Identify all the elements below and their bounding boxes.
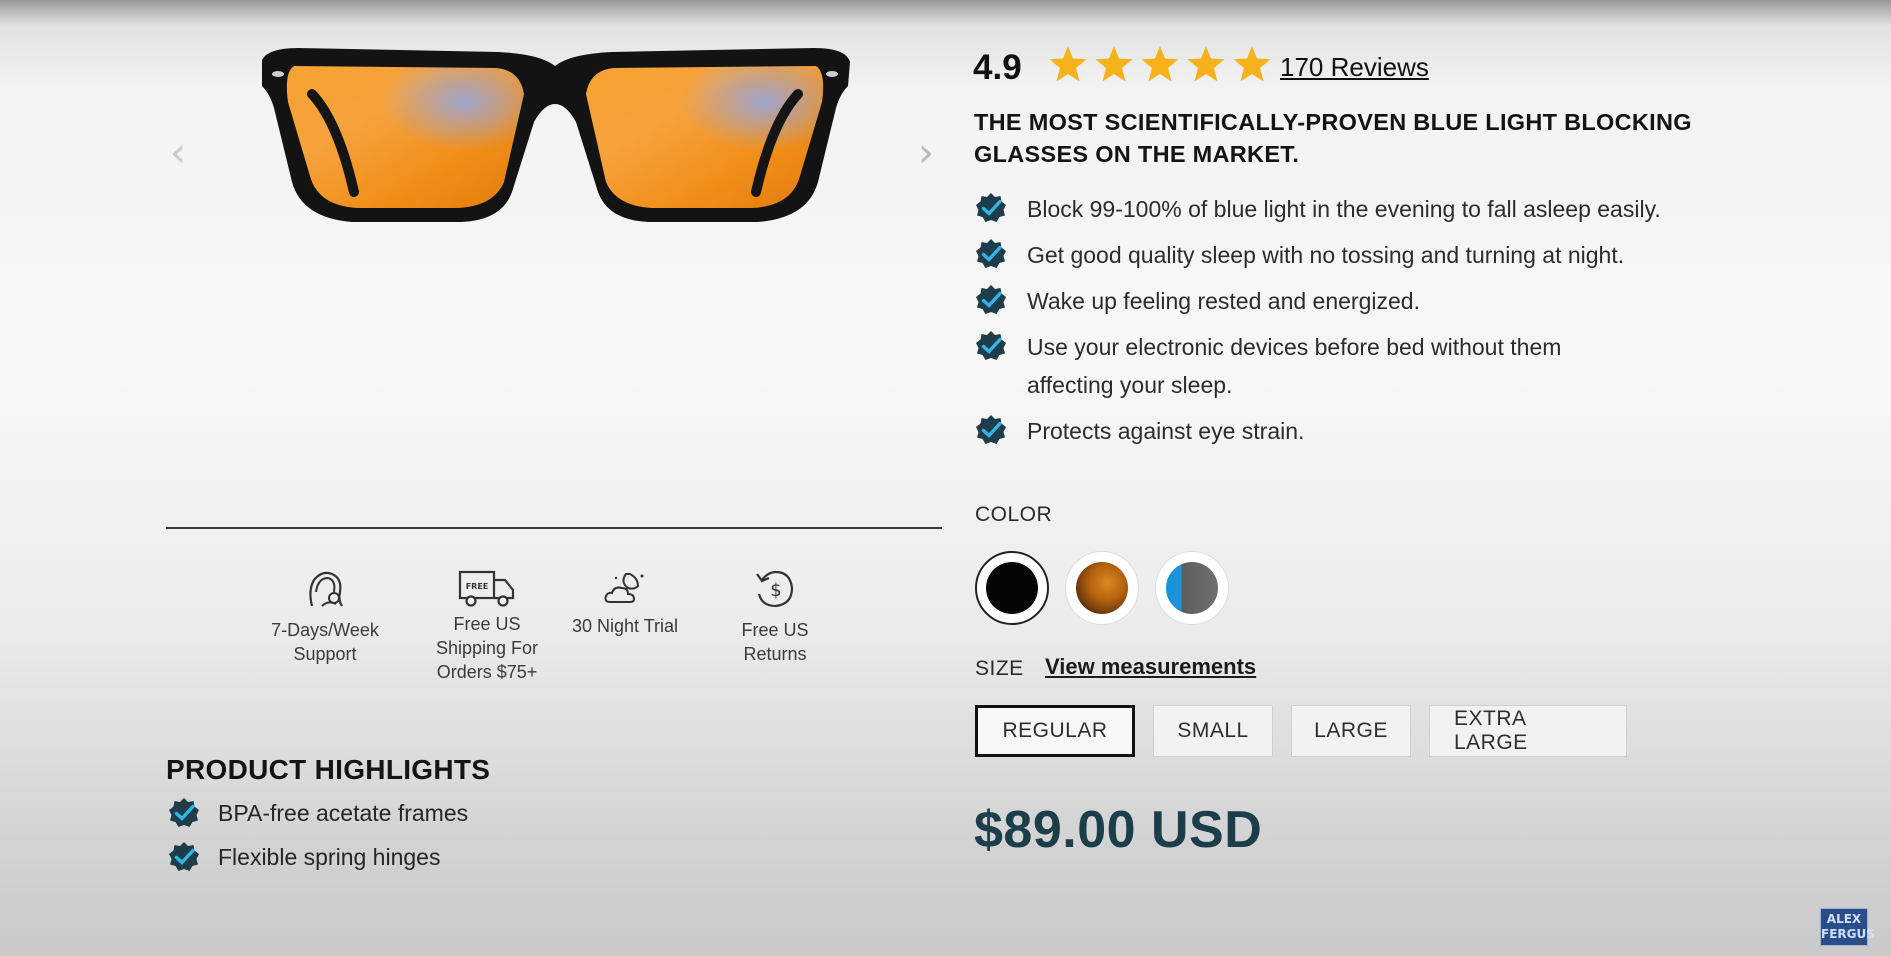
size-option-regular[interactable]: REGULAR: [975, 705, 1135, 757]
channel-watermark-logo: ALEX FERGUS: [1820, 908, 1875, 946]
check-badge-icon: [976, 193, 1006, 222]
feature-label-line: Support: [293, 644, 357, 664]
check-badge-icon: [976, 239, 1006, 268]
rating-stars: [1048, 44, 1272, 84]
check-badge-icon: [976, 331, 1006, 360]
dollar-return-icon: $: [756, 570, 794, 608]
feature-label-line: Free US: [453, 614, 521, 634]
check-badge-icon: [976, 415, 1006, 444]
night-moon-cloud-icon: [604, 573, 644, 603]
product-highlights-title: PRODUCT HIGHLIGHTS: [166, 754, 491, 785]
list-item: Flexible spring hinges: [168, 841, 468, 873]
bullet-text: Protects against eye strain.: [1027, 418, 1305, 444]
feature-label-line: Shipping For: [435, 638, 539, 658]
color-swatch-blue-grey[interactable]: [1155, 551, 1229, 625]
color-swatch-black[interactable]: [975, 551, 1049, 625]
bullet-text: Use your electronic devices before bed w…: [1027, 334, 1562, 398]
star-icon: [1141, 46, 1179, 82]
feature-label-line: 30 Night Trial: [571, 616, 679, 636]
size-option-small[interactable]: SMALL: [1153, 705, 1273, 757]
color-label: COLOR: [975, 503, 1053, 526]
highlight-text: Flexible spring hinges: [218, 843, 441, 870]
swatch-fill: [1076, 562, 1128, 614]
list-item: Protects against eye strain.: [975, 412, 1765, 450]
free-truck-icon: FREE: [458, 570, 515, 607]
gallery-prev-arrow[interactable]: ‹: [170, 133, 186, 173]
list-item: Wake up feeling rested and energized.: [975, 282, 1765, 320]
star-icon: [1049, 46, 1087, 82]
list-item: Use your electronic devices before bed w…: [975, 328, 1765, 404]
star-icon: [1187, 46, 1225, 82]
star-icon: [1233, 46, 1271, 82]
rating-value: 4.9: [973, 48, 1022, 87]
product-image-glasses: [262, 48, 850, 222]
product-headline: THE MOST SCIENTIFICALLY-PROVEN BLUE LIGH…: [974, 106, 1734, 170]
feature-label-line: Returns: [743, 644, 807, 664]
color-swatches: [975, 551, 1229, 625]
headline-line: GLASSES ON THE MARKET.: [974, 141, 1300, 167]
highlight-text: BPA-free acetate frames: [218, 799, 469, 826]
feature-shipping: FREE Free US Shipping For Orders $75+: [412, 566, 562, 684]
feature-label-line: Orders $75+: [436, 662, 538, 682]
feature-label-line: Free US: [741, 620, 809, 640]
feature-trial: 30 Night Trial: [550, 568, 700, 638]
product-price: $89.00 USD: [974, 801, 1263, 859]
list-item: Get good quality sleep with no tossing a…: [975, 236, 1765, 274]
check-badge-icon: [976, 285, 1006, 314]
size-options: REGULAR SMALL LARGE EXTRA LARGE: [975, 705, 1627, 757]
reviews-link[interactable]: 170 Reviews: [1280, 52, 1429, 83]
feature-support: 7-Days/Week Support: [250, 566, 400, 666]
swatch-fill: [986, 562, 1038, 614]
check-badge-icon: [169, 798, 199, 827]
gallery-next-arrow[interactable]: ›: [918, 133, 934, 173]
bullet-text: Wake up feeling rested and energized.: [1027, 288, 1420, 314]
bullet-text: Block 99-100% of blue light in the eveni…: [1027, 196, 1661, 222]
product-highlights-list: BPA-free acetate frames Flexible spring …: [168, 797, 468, 873]
size-option-large[interactable]: LARGE: [1291, 705, 1411, 757]
support-headset-icon: [309, 571, 343, 607]
gallery-divider: [166, 527, 942, 529]
svg-text:$: $: [770, 580, 781, 601]
svg-text:FREE: FREE: [466, 582, 489, 591]
bullet-text: Get good quality sleep with no tossing a…: [1027, 242, 1625, 268]
check-badge-icon: [169, 842, 199, 871]
swatch-fill: [1166, 562, 1218, 614]
headline-line: THE MOST SCIENTIFICALLY-PROVEN BLUE LIGH…: [974, 109, 1692, 135]
benefits-list: Block 99-100% of blue light in the eveni…: [975, 190, 1765, 458]
list-item: BPA-free acetate frames: [168, 797, 468, 829]
size-option-extra-large[interactable]: EXTRA LARGE: [1429, 705, 1627, 757]
color-swatch-tortoise[interactable]: [1065, 551, 1139, 625]
feature-returns: $ Free US Returns: [700, 566, 850, 666]
size-label: SIZE: [975, 657, 1024, 680]
view-measurements-link[interactable]: View measurements: [1045, 654, 1256, 680]
list-item: Block 99-100% of blue light in the eveni…: [975, 190, 1765, 228]
feature-label-line: 7-Days/Week: [271, 620, 379, 640]
star-icon: [1095, 46, 1133, 82]
